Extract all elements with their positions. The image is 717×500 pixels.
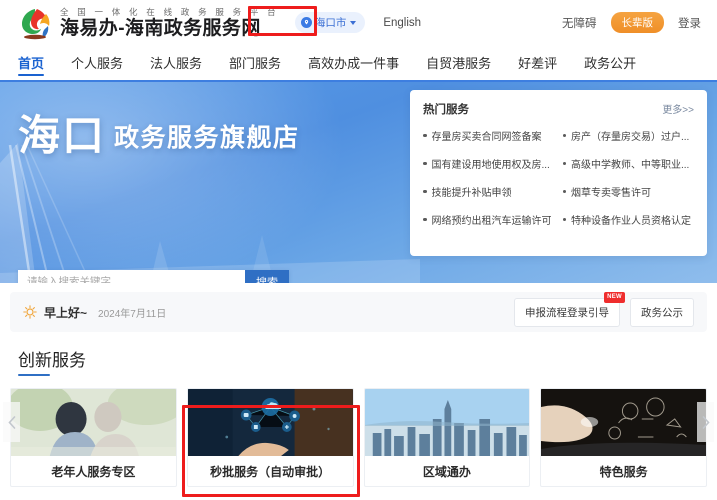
card-image: [11, 389, 176, 456]
card-label: 特色服务: [599, 464, 648, 479]
list-item[interactable]: 国有建设用地使用权及房...: [423, 156, 555, 171]
nav-item-review[interactable]: 好差评: [518, 45, 557, 80]
nav-item-legal[interactable]: 法人服务: [150, 45, 202, 80]
city-selector[interactable]: 海口市: [294, 12, 366, 33]
hot-services-more-link[interactable]: 更多>>: [662, 101, 694, 116]
list-item[interactable]: 网络预约出租汽车运输许可: [423, 212, 555, 227]
elder-mode-button[interactable]: 长辈版: [610, 12, 664, 33]
hot-service-label: 网络预约出租汽车运输许可: [431, 216, 552, 227]
nav-item-public[interactable]: 政务公开: [584, 45, 636, 80]
site-header: 全 国 一 体 化 在 线 政 务 服 务 平 台 海易办-海南政务服务网 海口…: [0, 0, 717, 45]
chevron-down-icon: [350, 20, 357, 25]
chevron-left-icon: [7, 415, 15, 429]
greeting-bar: 早上好~ 2024年7月11日 NEW 申报流程登录引导 政务公示: [10, 291, 707, 332]
main-navigation: 首页 个人服务 法人服务 部门服务 高效办成一件事 自贸港服务 好差评 政务公开: [0, 45, 717, 82]
sun-icon: [23, 305, 37, 319]
hot-services-header: 热门服务 更多>>: [423, 101, 694, 117]
nav-item-home[interactable]: 首页: [18, 45, 45, 80]
list-item[interactable]: 烟草专卖零售许可: [562, 184, 695, 199]
carousel-next-button[interactable]: [697, 402, 714, 442]
bullet-icon: [423, 217, 427, 222]
card-label: 秒批服务（自动审批）: [210, 464, 331, 479]
hot-service-label: 技能提升补贴申领: [431, 188, 512, 199]
hot-services-panel: 热门服务 更多>> 存量房买卖合同网签备案 房产（存量房交易）过户... 国有建…: [410, 90, 707, 256]
greeting-section: 早上好~ 2024年7月11日 NEW 申报流程登录引导 政务公示: [0, 283, 717, 332]
greeting-date: 2024年7月11日: [98, 308, 167, 320]
site-logo[interactable]: 全 国 一 体 化 在 线 政 务 服 务 平 台 海易办-海南政务服务网: [18, 6, 279, 40]
card-label: 区域通办: [422, 464, 471, 479]
hot-service-label: 国有建设用地使用权及房...: [431, 160, 550, 171]
hero-banner: 海口 政务服务旗舰店 搜索 热门服务 更多>> 存量房买卖合同网签备案 房产（存…: [0, 82, 717, 283]
nav-item-efficient[interactable]: 高效办成一件事: [308, 45, 399, 80]
hot-service-label: 房产（存量房交易）过户...: [571, 132, 690, 143]
bullet-icon: [562, 161, 566, 166]
card-image: [364, 389, 530, 456]
card-image: [187, 389, 353, 456]
list-item[interactable]: 特种设备作业人员资格认定: [562, 212, 695, 227]
declaration-guide-label: 申报流程登录引导: [525, 306, 609, 319]
accessibility-link[interactable]: 无障碍: [562, 15, 597, 31]
card-regional-services[interactable]: 区域通办: [363, 388, 531, 487]
card-featured-services[interactable]: 特色服务: [540, 388, 707, 487]
greeting-text: 早上好~: [44, 305, 88, 320]
banner-title-sub: 政务服务旗舰店: [114, 124, 300, 152]
bullet-icon: [562, 133, 566, 138]
hot-service-label: 存量房买卖合同网签备案: [431, 132, 542, 143]
list-item[interactable]: 存量房买卖合同网签备案: [423, 128, 555, 143]
list-item[interactable]: 房产（存量房交易）过户...: [562, 128, 695, 143]
bullet-icon: [423, 133, 427, 138]
search-input[interactable]: [18, 270, 245, 283]
carousel-prev-button[interactable]: [3, 402, 20, 442]
status-badge: NEW: [604, 291, 625, 303]
innovation-section-header: 创新服务: [0, 332, 717, 376]
hot-services-list: 存量房买卖合同网签备案 房产（存量房交易）过户... 国有建设用地使用权及房..…: [423, 128, 694, 227]
list-item[interactable]: 高级中学教师、中等职业...: [562, 156, 695, 171]
hot-service-label: 高级中学教师、中等职业...: [571, 160, 690, 171]
card-elderly-services[interactable]: 老年人服务专区: [10, 388, 177, 487]
nav-item-department[interactable]: 部门服务: [229, 45, 281, 80]
card-label: 老年人服务专区: [51, 464, 136, 479]
bullet-icon: [562, 217, 566, 222]
nav-item-freeport[interactable]: 自贸港服务: [426, 45, 491, 80]
bullet-icon: [423, 161, 427, 166]
page-root: 全 国 一 体 化 在 线 政 务 服 务 平 台 海易办-海南政务服务网 海口…: [0, 0, 717, 500]
brand-title: 海易办-海南政务服务网: [60, 17, 261, 39]
card-instant-approval[interactable]: 秒批服务（自动审批）: [186, 388, 354, 487]
bullet-icon: [423, 189, 427, 194]
list-item[interactable]: 技能提升补贴申领: [423, 184, 555, 199]
chevron-right-icon: [702, 415, 710, 429]
city-selector-label: 海口市: [314, 17, 347, 29]
nav-item-personal[interactable]: 个人服务: [71, 45, 123, 80]
innovation-card-carousel: 老年人服务专区 秒批服务（自动审批） 区域通办 特色服务: [0, 388, 717, 487]
hot-service-label: 烟草专卖零售许可: [571, 188, 651, 199]
public-notice-button[interactable]: 政务公示: [630, 297, 694, 327]
search-button[interactable]: 搜索: [245, 270, 289, 283]
hot-service-label: 特种设备作业人员资格认定: [571, 216, 691, 227]
hot-services-title: 热门服务: [423, 104, 469, 116]
page-title: 创新服务: [18, 346, 86, 376]
login-link[interactable]: 登录: [678, 15, 701, 31]
brand-subtitle: 全 国 一 体 化 在 线 政 务 服 务 平 台: [60, 6, 279, 17]
location-pin-icon: [300, 17, 312, 28]
bullet-icon: [562, 189, 566, 194]
greeting-actions: NEW 申报流程登录引导 政务公示: [514, 291, 694, 327]
rainbow-leaf-logo-icon: [18, 6, 52, 40]
english-link[interactable]: English: [383, 17, 421, 29]
banner-search: 搜索: [18, 270, 289, 283]
card-image: [541, 389, 706, 456]
banner-title-group: 海口 政务服务旗舰店: [18, 114, 300, 158]
header-actions: 无障碍 长辈版 登录: [562, 12, 701, 33]
declaration-guide-button[interactable]: NEW 申报流程登录引导: [514, 291, 625, 327]
banner-title-city: 海口: [18, 112, 107, 159]
